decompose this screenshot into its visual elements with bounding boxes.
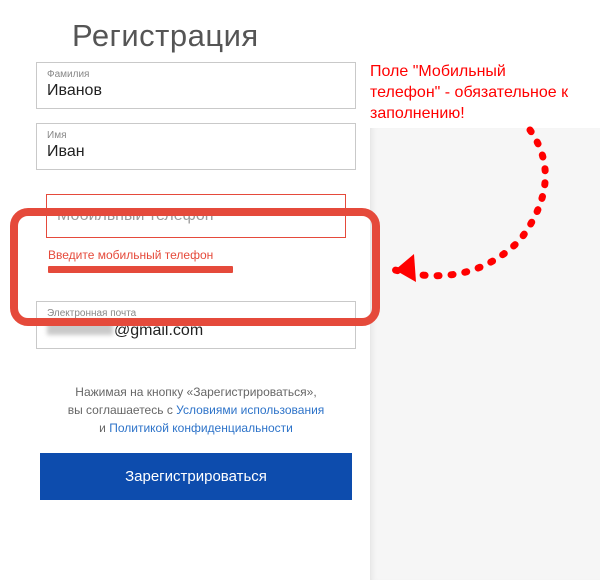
surname-field[interactable]: Фамилия bbox=[36, 62, 356, 109]
phone-field[interactable] bbox=[46, 194, 346, 238]
phone-error-underline bbox=[48, 266, 233, 273]
annotation-arrow-icon bbox=[370, 120, 590, 300]
phone-input[interactable] bbox=[57, 207, 335, 225]
phone-error-text: Введите мобильный телефон bbox=[48, 248, 356, 262]
consent-text: Нажимая на кнопку «Зарегистрироваться», … bbox=[36, 383, 356, 437]
register-button[interactable]: Зарегистрироваться bbox=[40, 453, 352, 500]
name-field[interactable]: Имя bbox=[36, 123, 356, 170]
consent-line1: Нажимая на кнопку «Зарегистрироваться», bbox=[75, 385, 316, 399]
name-label: Имя bbox=[47, 130, 345, 141]
privacy-link[interactable]: Политикой конфиденциальности bbox=[109, 421, 293, 435]
surname-input[interactable] bbox=[47, 82, 345, 100]
consent-line2-prefix: вы соглашаетесь с bbox=[68, 403, 176, 417]
consent-and: и bbox=[99, 421, 109, 435]
email-label: Электронная почта bbox=[47, 308, 345, 319]
phone-field-group: Введите мобильный телефон bbox=[36, 194, 356, 273]
email-obscured-part bbox=[47, 321, 113, 335]
registration-form: Фамилия Имя Введите мобильный телефон Эл… bbox=[36, 62, 356, 500]
terms-link[interactable]: Условиями использования bbox=[176, 403, 324, 417]
email-suffix: @gmail.com bbox=[114, 322, 203, 340]
annotation-text: Поле "Мобильный телефон" - обязательное … bbox=[370, 62, 580, 124]
email-field[interactable]: Электронная почта @gmail.com bbox=[36, 301, 356, 349]
name-input[interactable] bbox=[47, 143, 345, 161]
page-title: Регистрация bbox=[0, 0, 600, 62]
surname-label: Фамилия bbox=[47, 69, 345, 80]
